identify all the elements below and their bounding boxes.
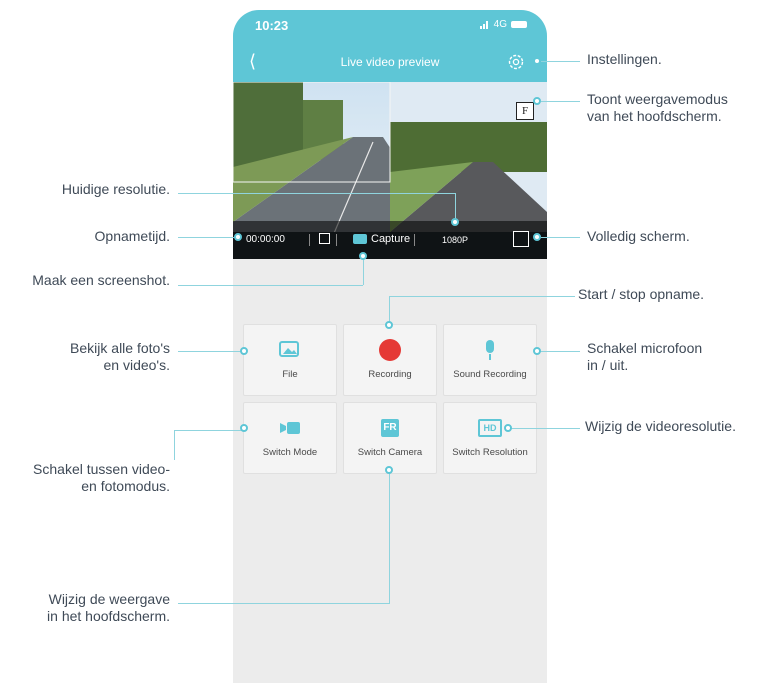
resolution-label[interactable]: 1080P [442,235,468,245]
callout-dot [385,466,393,474]
annotation-view-files: Bekijk alle foto's en video's. [70,340,170,373]
callout-dot [533,97,541,105]
camera-icon[interactable] [353,234,367,244]
callout-line [174,430,244,431]
switch-resolution-button[interactable]: HD Switch Resolution [443,402,537,474]
callout-line [178,285,363,286]
switch-camera-label: Switch Camera [357,447,423,458]
annotation-switch-mode: Schakel tussen video- en fotomodus. [33,461,170,494]
signal-icon [479,20,490,29]
callout-line [455,193,456,221]
callout-line [178,351,244,352]
divider [414,234,415,246]
switch-resolution-label: Switch Resolution [452,447,528,458]
callout-line [389,296,575,297]
switch-camera-button[interactable]: FR Switch Camera [343,402,437,474]
status-bar: 10:23 4G [233,10,547,42]
microphone-icon [486,340,494,360]
callout-dot [533,347,541,355]
callout-dot [359,252,367,260]
annotation-screenshot: Maak een screenshot. [32,272,170,288]
video-control-bar: 00:00:00 Capture 1080P [233,221,547,259]
annotation-current-resolution: Huidige resolutie. [61,181,170,197]
annotation-settings: Instellingen. [587,51,662,67]
callout-line [541,101,580,102]
hd-icon: HD [478,419,502,437]
annotation-display-mode: Toont weergavemodus van het hoofdscherm. [587,91,728,124]
recording-time: 00:00:00 [246,234,285,245]
annotation-recording-time: Opnametijd. [94,228,170,244]
callout-dot [240,347,248,355]
image-gallery-icon [279,341,299,357]
callout-dot [385,321,393,329]
gear-icon[interactable] [506,52,526,72]
callout-line [389,470,390,603]
fullscreen-icon[interactable] [513,231,529,247]
callout-line [541,61,580,62]
recording-label: Recording [368,369,412,380]
annotation-microphone: Schakel microfoon in / uit. [587,340,703,373]
file-button[interactable]: File [243,324,337,396]
sound-recording-button[interactable]: Sound Recording [443,324,537,396]
annotation-change-view: Wijzig de weergave in het hoofdscherm. [47,591,170,624]
callout-dot [451,218,459,226]
page-title: Live video preview [340,55,440,69]
annotation-change-resolution: Wijzig de videoresolutie. [585,418,736,434]
callout-dot [533,233,541,241]
annotation-start-stop: Start / stop opname. [578,286,705,302]
record-dot-icon [379,339,401,361]
switch-mode-button[interactable]: Switch Mode [243,402,337,474]
recording-button[interactable]: Recording [343,324,437,396]
callout-dot [240,424,248,432]
battery-icon [511,21,527,28]
switch-mode-label: Switch Mode [262,447,318,458]
phone-screen: 10:23 4G ⟨ Live video preview F 00:00:00… [233,10,547,683]
callout-line [536,351,580,352]
file-label: File [282,369,298,380]
annotation-fullscreen: Volledig scherm. [587,228,690,244]
callout-line [174,430,175,460]
callout-dot [533,57,541,65]
callout-dot [504,424,512,432]
nav-bar: ⟨ Live video preview [233,42,547,82]
callout-line [541,237,580,238]
callout-line [508,428,580,429]
front-rear-icon: FR [381,419,399,437]
sound-recording-label: Sound Recording [453,369,527,380]
status-time: 10:23 [255,18,289,33]
callout-line [178,237,236,238]
capture-button[interactable]: Capture [371,233,410,245]
display-mode-badge[interactable]: F [516,102,534,120]
divider [336,234,337,246]
callout-line [178,603,390,604]
callout-line [178,193,455,194]
divider [309,234,310,246]
live-video-preview[interactable]: F 00:00:00 Capture 1080P [233,82,547,259]
network-indicator: 4G [479,19,527,30]
video-camera-icon [280,422,300,434]
screen-icon [319,233,330,244]
network-label: 4G [493,19,507,30]
callout-dot [234,233,242,241]
